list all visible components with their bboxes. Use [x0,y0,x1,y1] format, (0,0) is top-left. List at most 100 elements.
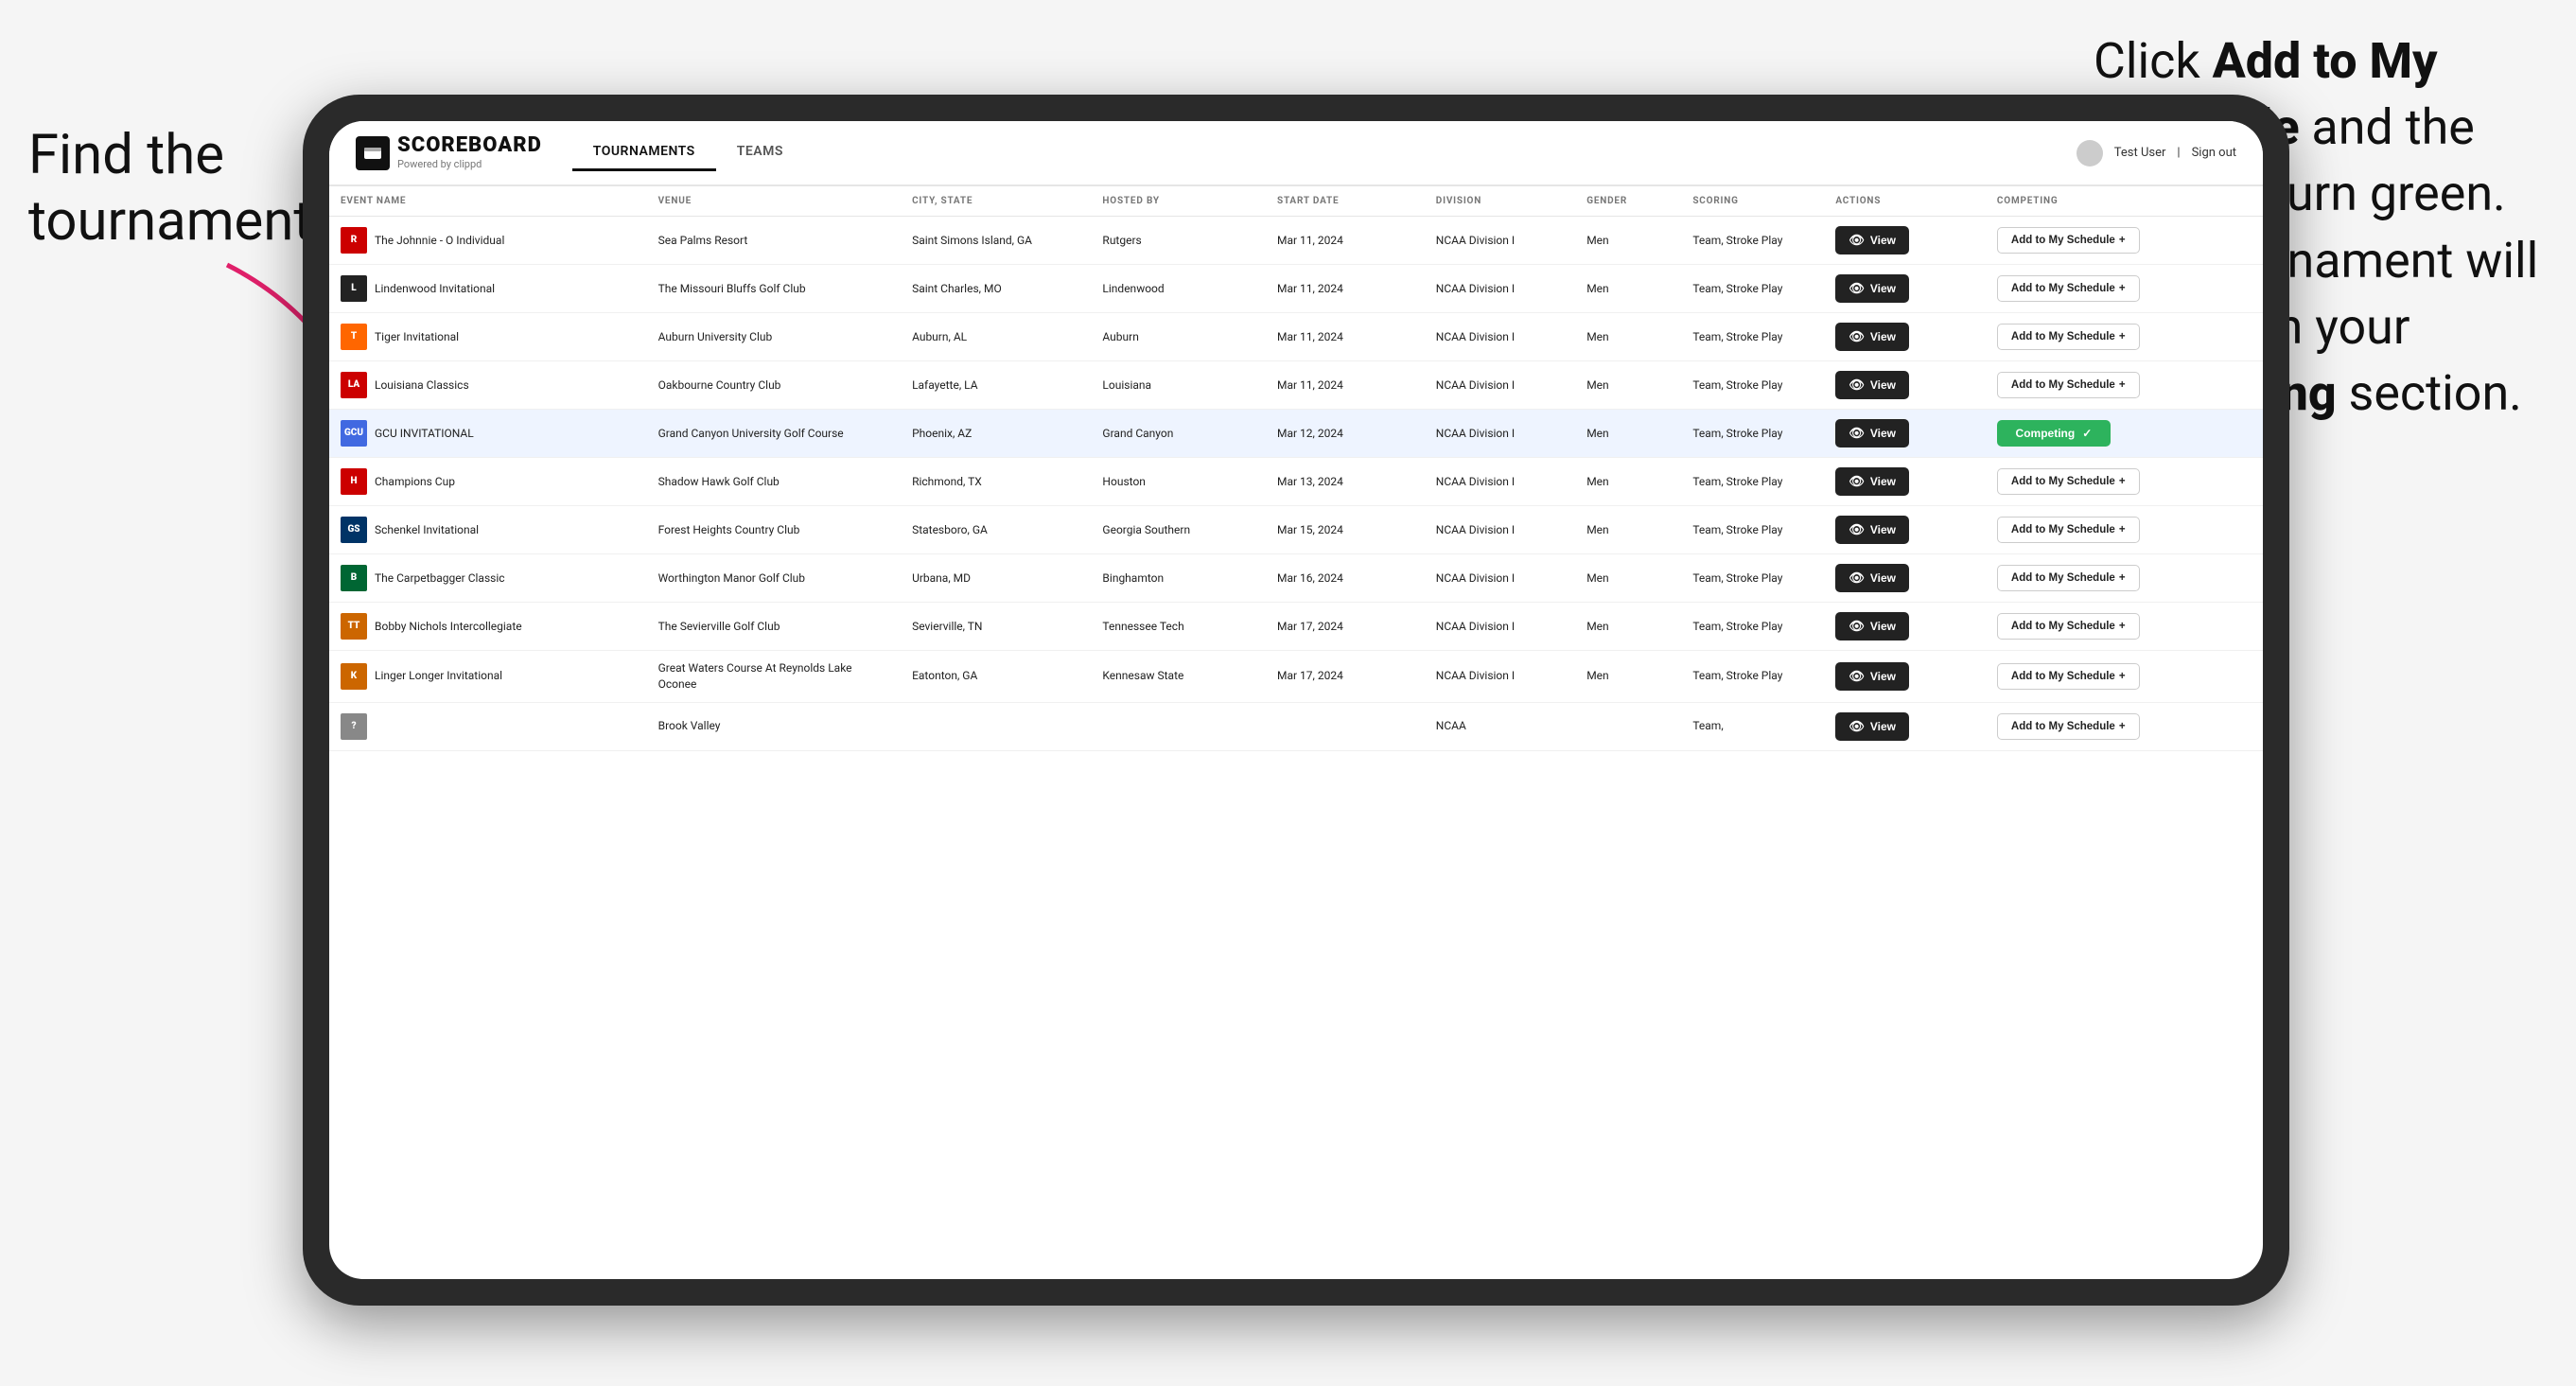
cell-competing: Add to My Schedule + [1986,361,2263,410]
view-button[interactable]: 👁 View [1835,516,1909,544]
cell-competing: Add to My Schedule + [1986,702,2263,750]
add-to-schedule-button[interactable]: Add to My Schedule + [1997,517,2140,543]
cell-actions: 👁 View [1824,217,1986,265]
logo-area: SCOREBOARD Powered by clippd [397,135,542,170]
col-header-venue: VENUE [647,186,901,217]
app-header: SCOREBOARD Powered by clippd TOURNAMENTS… [329,121,2263,186]
cell-date: Mar 17, 2024 [1266,603,1425,651]
col-header-city: CITY, STATE [901,186,1091,217]
cell-hosted: Grand Canyon [1091,410,1266,458]
view-button[interactable]: 👁 View [1835,662,1909,691]
cell-actions: 👁 View [1824,410,1986,458]
cell-date: Mar 11, 2024 [1266,313,1425,361]
tab-tournaments[interactable]: TOURNAMENTS [572,134,716,171]
school-logo: T [341,324,367,350]
table-body: RThe Johnnie - O IndividualSea Palms Res… [329,217,2263,751]
table-container: EVENT NAME VENUE CITY, STATE HOSTED BY S… [329,186,2263,1279]
add-to-schedule-button[interactable]: Add to My Schedule + [1997,372,2140,398]
cell-hosted: Lindenwood [1091,265,1266,313]
cell-venue: The Missouri Bluffs Golf Club [647,265,901,313]
cell-hosted: Georgia Southern [1091,506,1266,554]
eye-icon: 👁 [1849,474,1865,489]
view-button[interactable]: 👁 View [1835,564,1909,592]
cell-gender [1575,702,1681,750]
cell-hosted: Binghamton [1091,554,1266,603]
cell-event: TTBobby Nichols Intercollegiate [329,603,647,651]
cell-event: TTiger Invitational [329,313,647,361]
table-row: TTBobby Nichols IntercollegiateThe Sevie… [329,603,2263,651]
add-to-schedule-button[interactable]: Add to My Schedule + [1997,565,2140,591]
cell-gender: Men [1575,651,1681,703]
cell-event: LA Louisiana Classics [329,361,647,410]
event-name: The Carpetbagger Classic [375,570,505,587]
event-name: The Johnnie - O Individual [375,233,504,249]
view-button[interactable]: 👁 View [1835,323,1909,351]
school-logo: GCU [341,420,367,447]
event-name: Bobby Nichols Intercollegiate [375,619,522,635]
event-name: Linger Longer Invitational [375,668,502,684]
view-button[interactable]: 👁 View [1835,371,1909,399]
table-row: GSSchenkel InvitationalForest Heights Co… [329,506,2263,554]
cell-scoring: Team, Stroke Play [1681,217,1824,265]
plus-icon: + [2119,235,2126,246]
table-row: BThe Carpetbagger ClassicWorthington Man… [329,554,2263,603]
col-header-scoring: SCORING [1681,186,1824,217]
cell-division: NCAA Division I [1425,603,1575,651]
cell-scoring: Team, Stroke Play [1681,313,1824,361]
annotation-left: Find the tournament. [28,123,331,254]
add-to-schedule-button[interactable]: Add to My Schedule + [1997,613,2140,640]
cell-gender: Men [1575,506,1681,554]
eye-icon: 👁 [1849,719,1865,734]
add-to-schedule-button[interactable]: Add to My Schedule + [1997,713,2140,740]
logo-wrapper: SCOREBOARD Powered by clippd [356,135,572,170]
cell-competing: Add to My Schedule + [1986,651,2263,703]
cell-city: Sevierville, TN [901,603,1091,651]
add-to-schedule-button[interactable]: Add to My Schedule + [1997,227,2140,254]
view-button[interactable]: 👁 View [1835,419,1909,447]
col-header-competing: COMPETING [1986,186,2263,217]
cell-scoring: Team, Stroke Play [1681,265,1824,313]
view-button[interactable]: 👁 View [1835,226,1909,254]
cell-actions: 👁 View [1824,361,1986,410]
plus-icon: + [2119,476,2126,487]
cell-gender: Men [1575,458,1681,506]
cell-division: NCAA Division I [1425,506,1575,554]
event-name: Louisiana Classics [375,377,469,394]
view-button[interactable]: 👁 View [1835,467,1909,496]
competing-button[interactable]: Competing ✓ [1997,420,2111,447]
view-button[interactable]: 👁 View [1835,612,1909,640]
cell-event: R The Johnnie - O Individual [329,217,647,265]
cell-scoring: Team, Stroke Play [1681,603,1824,651]
tablet-frame: SCOREBOARD Powered by clippd TOURNAMENTS… [303,95,2289,1306]
tab-teams[interactable]: TEAMS [716,134,804,171]
event-name: Champions Cup [375,474,455,490]
cell-scoring: Team, Stroke Play [1681,651,1824,703]
add-to-schedule-button[interactable]: Add to My Schedule + [1997,324,2140,350]
cell-city: Saint Charles, MO [901,265,1091,313]
cell-division: NCAA Division I [1425,217,1575,265]
cell-gender: Men [1575,361,1681,410]
table-row: KLinger Longer InvitationalGreat Waters … [329,651,2263,703]
view-button[interactable]: 👁 View [1835,712,1909,741]
table-row: LLindenwood InvitationalThe Missouri Blu… [329,265,2263,313]
school-logo: R [341,227,367,254]
cell-venue: Auburn University Club [647,313,901,361]
plus-icon: + [2119,331,2126,342]
eye-icon: 👁 [1849,281,1865,296]
col-header-hosted: HOSTED BY [1091,186,1266,217]
add-to-schedule-button[interactable]: Add to My Schedule + [1997,663,2140,690]
plus-icon: + [2119,621,2126,632]
add-to-schedule-button[interactable]: Add to My Schedule + [1997,275,2140,302]
cell-city: Phoenix, AZ [901,410,1091,458]
cell-venue: Shadow Hawk Golf Club [647,458,901,506]
cell-competing: Add to My Schedule + [1986,506,2263,554]
cell-hosted: Houston [1091,458,1266,506]
add-to-schedule-button[interactable]: Add to My Schedule + [1997,468,2140,495]
checkmark-icon: ✓ [2082,427,2092,440]
view-button[interactable]: 👁 View [1835,274,1909,303]
cell-venue: Forest Heights Country Club [647,506,901,554]
sign-out-link[interactable]: Sign out [2192,146,2236,160]
school-logo: LA [341,372,367,398]
cell-actions: 👁 View [1824,313,1986,361]
cell-hosted: Tennessee Tech [1091,603,1266,651]
